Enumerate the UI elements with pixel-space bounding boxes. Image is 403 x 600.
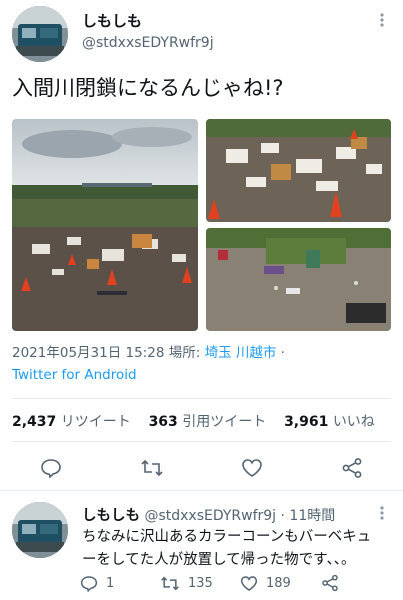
tweet-source[interactable]: Twitter for Android (12, 365, 137, 385)
author-avatar[interactable] (12, 6, 68, 62)
share-icon (322, 574, 338, 592)
divider (12, 398, 391, 399)
more-icon[interactable] (378, 12, 386, 31)
like-icon[interactable] (241, 458, 263, 482)
place-link[interactable]: 埼玉 川越市 (205, 345, 277, 361)
reply-separator: · (280, 508, 285, 524)
reply-like-button[interactable]: 189 (240, 575, 291, 592)
reply-avatar[interactable] (12, 502, 68, 558)
retweet-count: 135 (188, 576, 213, 591)
tweet-photo-3[interactable] (206, 228, 391, 331)
quote-stat[interactable]: 363 引用ツイート (149, 414, 267, 430)
tweet-photo-1[interactable] (12, 119, 198, 331)
tweet-text: 入間川閉鎖になるんじゃね!? (12, 76, 284, 100)
reply-more-icon[interactable] (378, 505, 386, 524)
tweet-meta: 2021年05月31日 15:28 場所: 埼玉 川越市 · (12, 343, 397, 363)
like-count: 189 (266, 576, 291, 591)
like-stat[interactable]: 3,961 いいね (284, 414, 375, 430)
retweet-icon (161, 576, 179, 591)
reply-author-handle[interactable]: @stdxxsEDYRwfr9j (144, 508, 276, 524)
tweet-stats: 2,437 リツイート 363 引用ツイート 3,961 いいね (12, 411, 375, 431)
like-icon (240, 576, 258, 591)
reply-text-line-2: ーをしてた人が放置して帰った物です、、。 (82, 552, 356, 568)
reply-icon[interactable] (40, 458, 62, 482)
reply-share-button[interactable] (321, 574, 339, 596)
reply-header: しもしも @stdxxsEDYRwfr9j · 11時間 (82, 504, 335, 525)
author-handle[interactable]: @stdxxsEDYRwfr9j (82, 35, 214, 51)
retweet-icon[interactable] (140, 458, 164, 482)
tweet-photo-2[interactable] (206, 119, 391, 222)
thread-separator (0, 490, 403, 491)
tweet-timestamp[interactable]: 2021年05月31日 15:28 (12, 345, 164, 361)
author-name[interactable]: しもしも (82, 10, 142, 31)
reply-icon (80, 576, 98, 592)
meta-separator: · (280, 345, 285, 361)
reply-time[interactable]: 11時間 (289, 508, 335, 524)
reply-author-name[interactable]: しもしも (82, 508, 140, 524)
reply-reply-button[interactable]: 1 (80, 575, 114, 592)
retweet-stat[interactable]: 2,437 リツイート (12, 414, 131, 430)
share-icon[interactable] (341, 457, 363, 483)
reply-count: 1 (106, 576, 115, 591)
reply-text-line-1: ちなみに沢山あるカラーコーンもバーベキュ (82, 529, 372, 545)
divider (12, 441, 391, 442)
place-label: 場所: (168, 345, 201, 361)
reply-retweet-button[interactable]: 135 (160, 575, 213, 592)
